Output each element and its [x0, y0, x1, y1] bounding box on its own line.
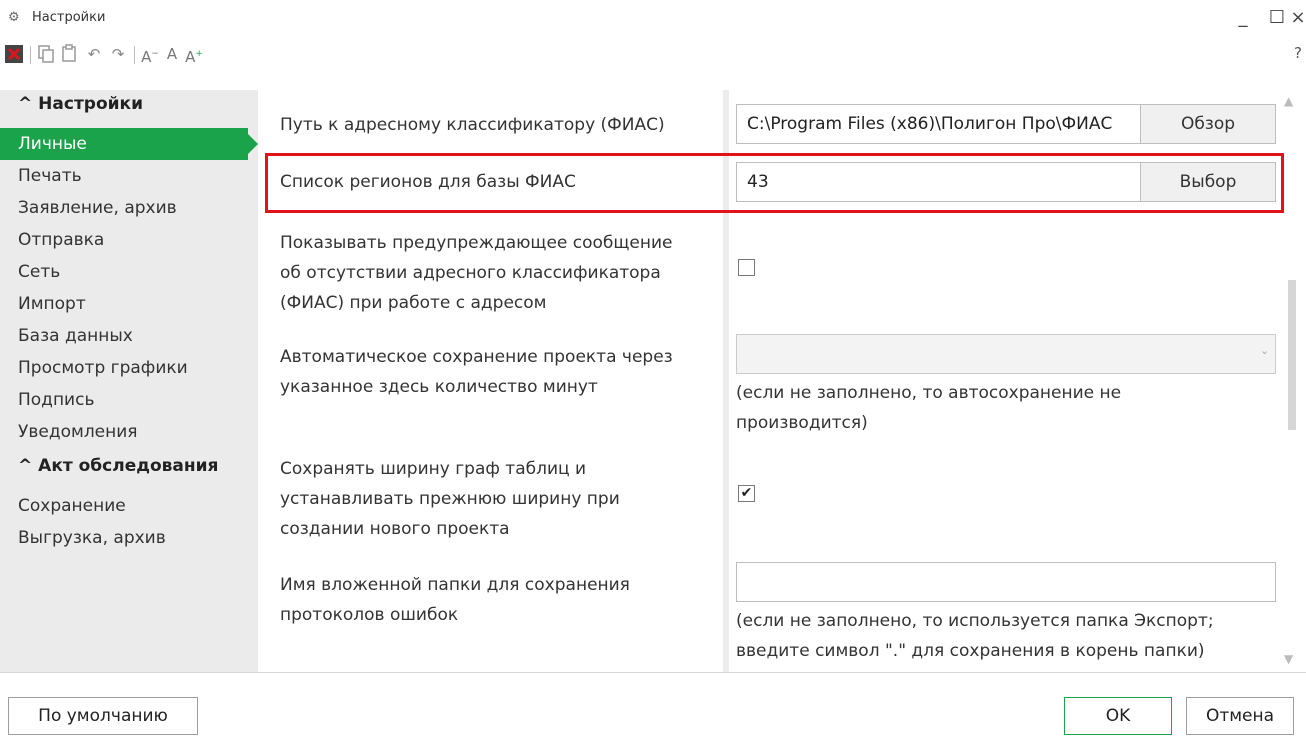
folder-label-line1: Имя вложенной папки для сохранения	[280, 575, 630, 595]
cancel-button[interactable]: Отмена	[1186, 697, 1294, 735]
toolbar-divider	[30, 46, 31, 64]
undo-icon[interactable]: ↶	[84, 44, 104, 64]
width-label-line2: устанавливать прежнюю ширину при	[280, 489, 620, 509]
paste-icon[interactable]	[60, 44, 80, 64]
scroll-down-icon[interactable]: ▼	[1284, 652, 1293, 666]
window-title: Настройки	[32, 10, 106, 25]
sidebar-item-signature[interactable]: Подпись	[0, 384, 258, 416]
width-label-line3: создании нового проекта	[280, 519, 510, 539]
maximize-button[interactable]: ☐	[1262, 4, 1292, 32]
scrollbar-thumb[interactable]	[1288, 280, 1296, 430]
warn-label-line1: Показывать предупреждающее сообщение	[280, 233, 673, 253]
error-folder-input[interactable]	[736, 562, 1276, 602]
sidebar-item-print[interactable]: Печать	[0, 160, 258, 192]
sidebar-item-export-archive[interactable]: Выгрузка, архив	[0, 522, 258, 554]
autosave-hint-line2: производится)	[736, 413, 868, 433]
scroll-up-icon[interactable]: ▲	[1284, 94, 1293, 108]
font-increase-icon[interactable]: A+	[184, 44, 204, 66]
help-icon[interactable]: ?	[1294, 44, 1302, 62]
title-bar: ⚙ Настройки _ ☐ ×	[0, 0, 1306, 36]
browse-button[interactable]: Обзор	[1140, 104, 1276, 144]
fias-path-label: Путь к адресному классификатору (ФИАС)	[280, 115, 665, 135]
warn-label-line3: (ФИАС) при работе с адресом	[280, 293, 547, 313]
chevron-down-icon[interactable]: ⌄	[1260, 344, 1269, 357]
choose-button[interactable]: Выбор	[1140, 162, 1276, 202]
ok-button[interactable]: OK	[1064, 697, 1172, 735]
redo-icon[interactable]: ↷	[108, 44, 128, 64]
font-decrease-icon[interactable]: A−	[140, 44, 160, 66]
settings-panel: Путь к адресному классификатору (ФИАС) C…	[258, 90, 1306, 672]
regions-label: Список регионов для базы ФИАС	[280, 172, 576, 192]
toolbar: ↶ ↷ A− A A+ ?	[0, 36, 1306, 72]
width-label-line1: Сохранять ширину граф таблиц и	[280, 459, 587, 479]
folder-hint-line1: (если не заполнено, то используется папк…	[736, 611, 1214, 631]
sidebar-item-notifications[interactable]: Уведомления	[0, 416, 258, 448]
autosave-label-line1: Автоматическое сохранение проекта через	[280, 347, 673, 367]
copy-icon[interactable]	[36, 44, 56, 64]
autosave-label-line2: указанное здесь количество минут	[280, 377, 598, 397]
dialog-footer: По умолчанию OK Отмена	[0, 672, 1306, 744]
warn-label-line2: об отсутствии адресного классификатора	[280, 263, 661, 283]
folder-label-line2: протоколов ошибок	[280, 605, 459, 625]
fias-path-input[interactable]: C:\Program Files (x86)\Полигон Про\ФИАС	[736, 104, 1141, 144]
toolbar-divider	[134, 46, 135, 64]
font-normal-icon[interactable]: A	[162, 44, 182, 64]
gears-icon: ⚙	[8, 10, 20, 25]
close-red-icon[interactable]	[4, 44, 24, 64]
warn-checkbox[interactable]	[738, 259, 755, 276]
sidebar-item-sending[interactable]: Отправка	[0, 224, 258, 256]
sidebar-item-personal[interactable]: Личные	[0, 128, 258, 160]
sidebar-group-settings[interactable]: ^ Настройки	[18, 94, 143, 114]
sidebar-item-network[interactable]: Сеть	[0, 256, 258, 288]
close-button[interactable]: ×	[1290, 4, 1306, 32]
sidebar-item-application-archive[interactable]: Заявление, архив	[0, 192, 258, 224]
sidebar: ^ Настройки Личные Печать Заявление, арх…	[0, 90, 258, 672]
minimize-button[interactable]: _	[1228, 4, 1258, 32]
default-button[interactable]: По умолчанию	[8, 697, 198, 735]
sidebar-group-survey-act[interactable]: ^ Акт обследования	[18, 456, 218, 476]
sidebar-item-database[interactable]: База данных	[0, 320, 258, 352]
autosave-minutes-select[interactable]	[736, 334, 1276, 374]
regions-input[interactable]: 43	[736, 162, 1141, 202]
sidebar-item-saving[interactable]: Сохранение	[0, 490, 258, 522]
check-mark-icon: ✔	[740, 485, 753, 501]
autosave-hint-line1: (если не заполнено, то автосохранение не	[736, 383, 1122, 403]
sidebar-item-import[interactable]: Импорт	[0, 288, 258, 320]
sidebar-item-graphics-view[interactable]: Просмотр графики	[0, 352, 258, 384]
folder-hint-line2: введите символ "." для сохранения в коре…	[736, 641, 1205, 661]
width-checkbox[interactable]: ✔	[738, 485, 755, 502]
